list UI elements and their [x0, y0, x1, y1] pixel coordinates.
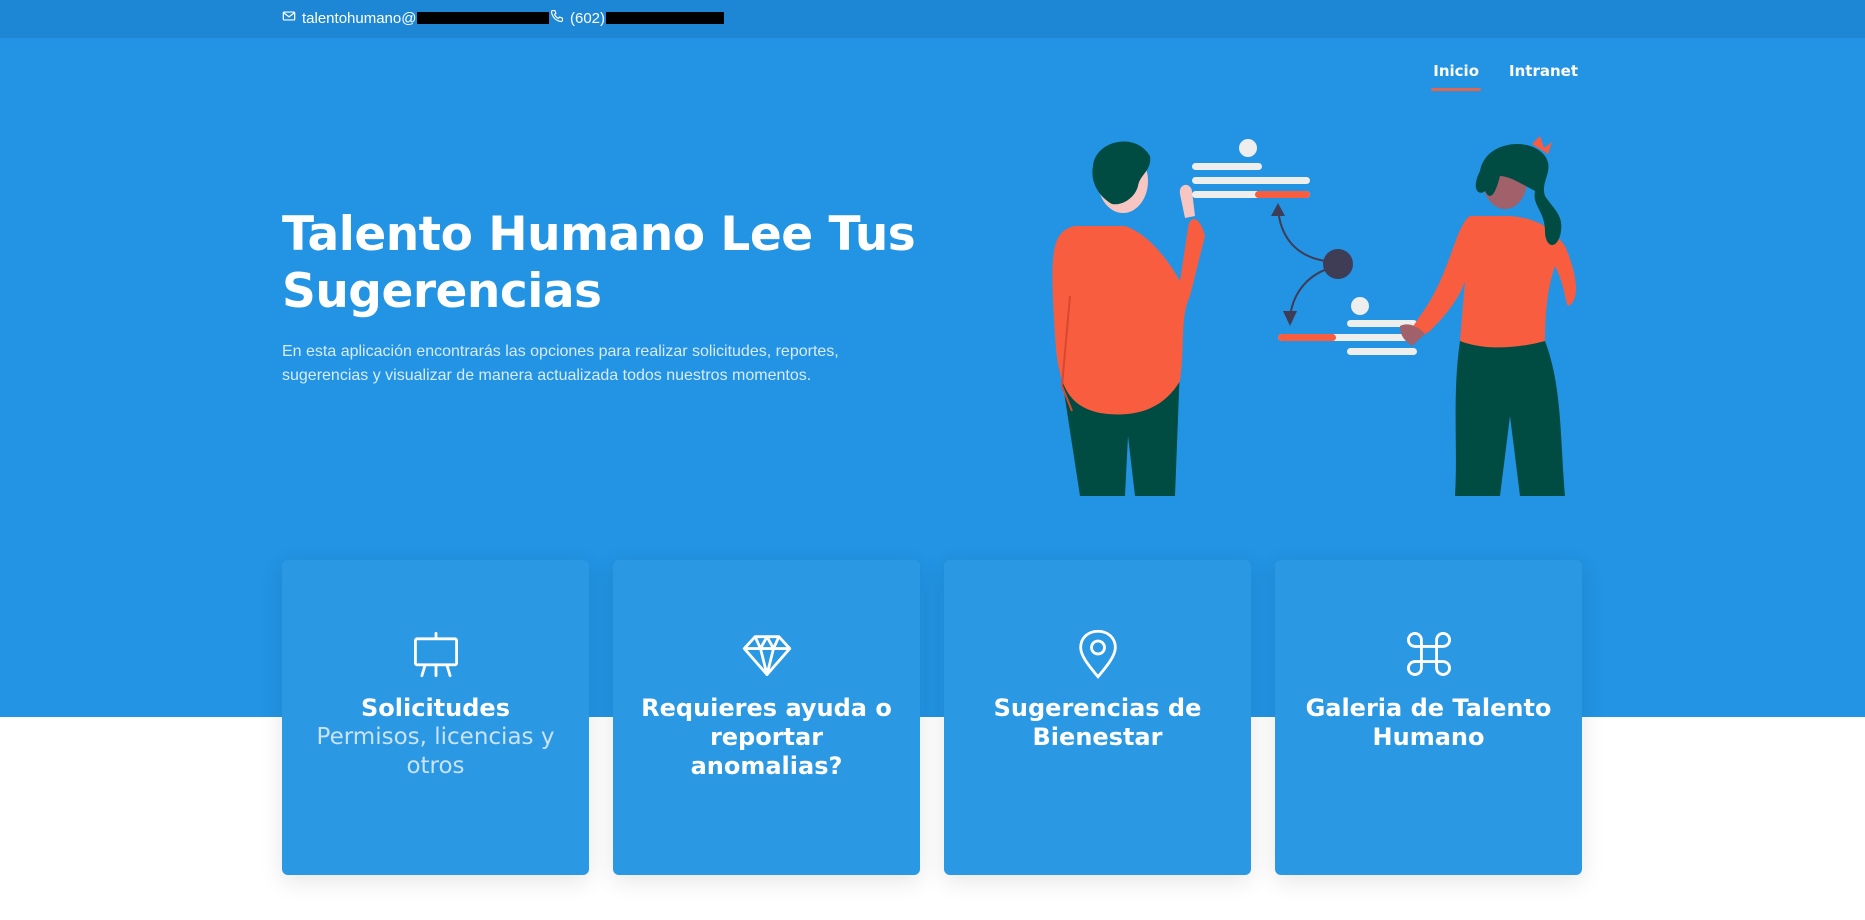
redacted-block [606, 12, 725, 24]
hero-description: En esta aplicación encontrarás las opcio… [282, 343, 839, 384]
phone-contact[interactable]: (602) [550, 9, 725, 27]
hero-illustration [1052, 136, 1576, 496]
map-pin-icon [1072, 628, 1124, 680]
phone-icon [550, 9, 570, 27]
presentation-board-icon [410, 628, 462, 680]
email-contact[interactable]: talentohumano@ [282, 9, 550, 27]
card-ayuda[interactable]: Requieres ayuda o reportar anomalias? [613, 560, 920, 875]
card-title: Galeria de Talento Humano [1305, 694, 1552, 751]
phone-text: (602) [570, 9, 606, 27]
man-figure [1052, 141, 1205, 496]
email-text: talentohumano@ [302, 9, 417, 27]
card-solicitudes[interactable]: Solicitudes Permisos, licencias y otros [282, 560, 589, 875]
main-nav: Inicio Intranet [1431, 62, 1578, 91]
page: talentohumano@ (602) Inicio Intranet Tal… [0, 0, 1865, 920]
redacted-block [417, 12, 550, 24]
nav-item-intranet[interactable]: Intranet [1509, 62, 1578, 88]
service-cards: Solicitudes Permisos, licencias y otros … [282, 560, 1582, 875]
card-subtitle: Permisos, licencias y otros [316, 724, 555, 779]
card-galeria[interactable]: Galeria de Talento Humano [1275, 560, 1582, 875]
card-title: Sugerencias de Bienestar [993, 694, 1202, 751]
envelope-icon [282, 9, 302, 27]
nav-item-inicio[interactable]: Inicio [1431, 62, 1481, 91]
hero-title: Talento Humano Lee Tus Sugerencias [282, 207, 916, 319]
top-bar: talentohumano@ (602) [0, 0, 1865, 38]
card-title: Solicitudes [361, 694, 510, 722]
diamond-icon [741, 628, 793, 680]
card-title: Requieres ayuda o reportar anomalias? [641, 694, 892, 780]
woman-figure [1400, 136, 1576, 496]
command-icon [1403, 628, 1455, 680]
card-sugerencias[interactable]: Sugerencias de Bienestar [944, 560, 1251, 875]
